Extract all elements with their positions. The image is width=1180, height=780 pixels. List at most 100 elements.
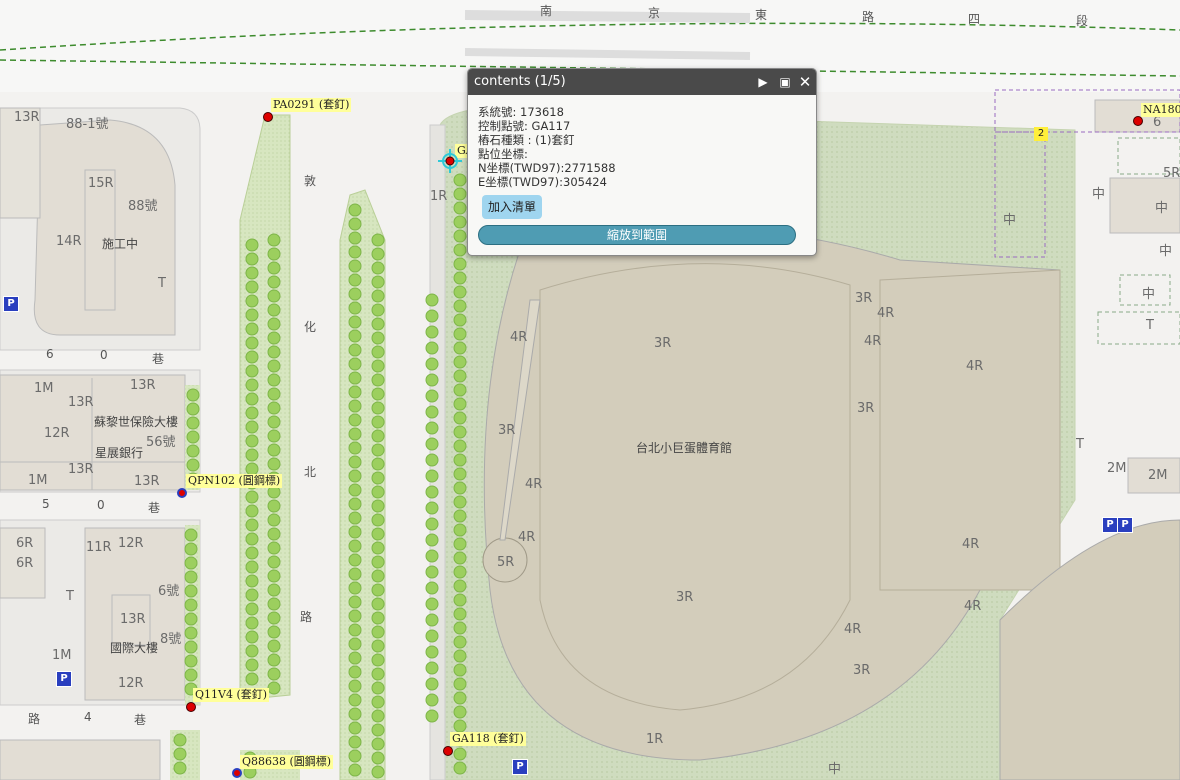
address-label: 88號 bbox=[128, 199, 158, 214]
floor-label: 13R bbox=[120, 612, 146, 627]
control-point-label[interactable]: PA0291 (套釘) bbox=[271, 98, 352, 112]
tree-icon bbox=[425, 341, 439, 355]
tree-icon bbox=[348, 385, 362, 399]
floor-label: 1R bbox=[430, 189, 448, 204]
floor-label: 3R bbox=[676, 590, 694, 605]
parking-icon[interactable]: P bbox=[512, 759, 528, 775]
control-point-label[interactable]: NA180 bbox=[1141, 103, 1180, 117]
tree-icon bbox=[371, 387, 385, 401]
tree-icon bbox=[267, 583, 281, 597]
control-point-label[interactable]: QPN102 (圓鋼標) bbox=[186, 474, 283, 488]
tree-icon bbox=[267, 667, 281, 681]
control-point-label[interactable]: Q88638 (圓鋼標) bbox=[240, 755, 334, 769]
tree-icon bbox=[245, 406, 259, 420]
tree-icon bbox=[425, 597, 439, 611]
floor-label: 13R bbox=[14, 110, 40, 125]
street-char: 京 bbox=[648, 6, 661, 20]
floor-label: T bbox=[1146, 318, 1154, 333]
info-popup: contents (1/5) ▶ ▣ ✕ 系統號: 173618 控制點號: G… bbox=[467, 68, 817, 256]
control-point-marker[interactable] bbox=[177, 488, 187, 498]
tree-icon bbox=[453, 467, 467, 481]
tree-icon bbox=[453, 481, 467, 495]
tree-icon bbox=[371, 485, 385, 499]
tree-icon bbox=[348, 371, 362, 385]
tree-icon bbox=[348, 637, 362, 651]
floor-label: 4R bbox=[966, 359, 984, 374]
selected-point-crosshair[interactable] bbox=[438, 149, 462, 173]
building-name: 國際大樓 bbox=[110, 641, 159, 655]
floor-label: 中 bbox=[1142, 287, 1156, 302]
e-coordinate: E坐標(TWD97):305424 bbox=[478, 175, 607, 189]
floor-label: 13R bbox=[134, 474, 160, 489]
tree-icon bbox=[371, 569, 385, 583]
tree-icon bbox=[173, 747, 187, 761]
tree-icon bbox=[267, 359, 281, 373]
tree-icon bbox=[371, 541, 385, 555]
control-point-label[interactable]: GA118 (套釘) bbox=[450, 732, 526, 746]
tree-icon bbox=[245, 602, 259, 616]
tree-icon bbox=[267, 541, 281, 555]
control-point-marker[interactable] bbox=[232, 768, 242, 778]
street-char: 巷 bbox=[148, 501, 161, 515]
tree-icon bbox=[267, 261, 281, 275]
tree-icon bbox=[453, 649, 467, 663]
street-char: 巷 bbox=[134, 713, 147, 727]
tree-icon bbox=[186, 458, 200, 472]
floor-label: 3R bbox=[855, 291, 873, 306]
building bbox=[1109, 177, 1180, 234]
tree-icon bbox=[245, 672, 259, 686]
control-point-marker[interactable] bbox=[443, 746, 453, 756]
control-point-marker[interactable] bbox=[186, 702, 196, 712]
control-point-label[interactable]: Q11V4 (套釘) bbox=[193, 688, 270, 702]
tree-icon bbox=[186, 416, 200, 430]
floor-label: 4R bbox=[525, 477, 543, 492]
cluster-count-badge[interactable]: 2 bbox=[1034, 127, 1048, 141]
zoom-to-extent-button[interactable]: 縮放到範圍 bbox=[478, 225, 796, 245]
close-icon[interactable]: ✕ bbox=[796, 69, 814, 95]
parking-icon[interactable]: P bbox=[3, 296, 19, 312]
parking-icon[interactable]: P bbox=[1102, 517, 1118, 533]
control-point-marker[interactable] bbox=[263, 112, 273, 122]
tree-icon bbox=[267, 639, 281, 653]
venue-name[interactable]: 台北小巨蛋體育館 bbox=[636, 439, 732, 456]
tree-icon bbox=[267, 527, 281, 541]
floor-label: 4R bbox=[864, 334, 882, 349]
tree-icon bbox=[371, 597, 385, 611]
building-name: 星展銀行 bbox=[95, 446, 144, 460]
road-median bbox=[464, 10, 751, 23]
tree-icon bbox=[453, 397, 467, 411]
add-to-list-button[interactable]: 加入清單 bbox=[482, 195, 543, 219]
tree-icon bbox=[267, 401, 281, 415]
floor-label: 3R bbox=[857, 401, 875, 416]
floor-label: 3R bbox=[498, 423, 516, 438]
tree-icon bbox=[453, 747, 467, 761]
tree-icon bbox=[453, 593, 467, 607]
tree-icon bbox=[453, 299, 467, 313]
floor-label: T bbox=[158, 276, 166, 291]
tree-icon bbox=[348, 595, 362, 609]
tree-icon bbox=[348, 483, 362, 497]
tree-icon bbox=[245, 294, 259, 308]
tree-icon bbox=[267, 555, 281, 569]
tree-icon bbox=[348, 497, 362, 511]
tree-icon bbox=[425, 421, 439, 435]
parking-icon[interactable]: P bbox=[56, 671, 72, 687]
tree-icon bbox=[348, 525, 362, 539]
control-point-marker[interactable] bbox=[1133, 116, 1143, 126]
tree-icon bbox=[371, 233, 385, 247]
tree-icon bbox=[453, 621, 467, 635]
tree-icon bbox=[245, 630, 259, 644]
tree-icon bbox=[245, 490, 259, 504]
tree-icon bbox=[453, 187, 467, 201]
address-label: 56號 bbox=[146, 435, 176, 450]
tree-icon bbox=[267, 331, 281, 345]
play-icon[interactable]: ▶ bbox=[754, 69, 772, 95]
tree-icon bbox=[348, 301, 362, 315]
tree-icon bbox=[267, 429, 281, 443]
tree-icon bbox=[348, 679, 362, 693]
street-char: 4 bbox=[84, 710, 92, 724]
maximize-icon[interactable]: ▣ bbox=[776, 69, 794, 95]
floor-label: 11R bbox=[86, 540, 112, 555]
floor-label: 3R bbox=[853, 663, 871, 678]
parking-icon[interactable]: P bbox=[1117, 517, 1133, 533]
